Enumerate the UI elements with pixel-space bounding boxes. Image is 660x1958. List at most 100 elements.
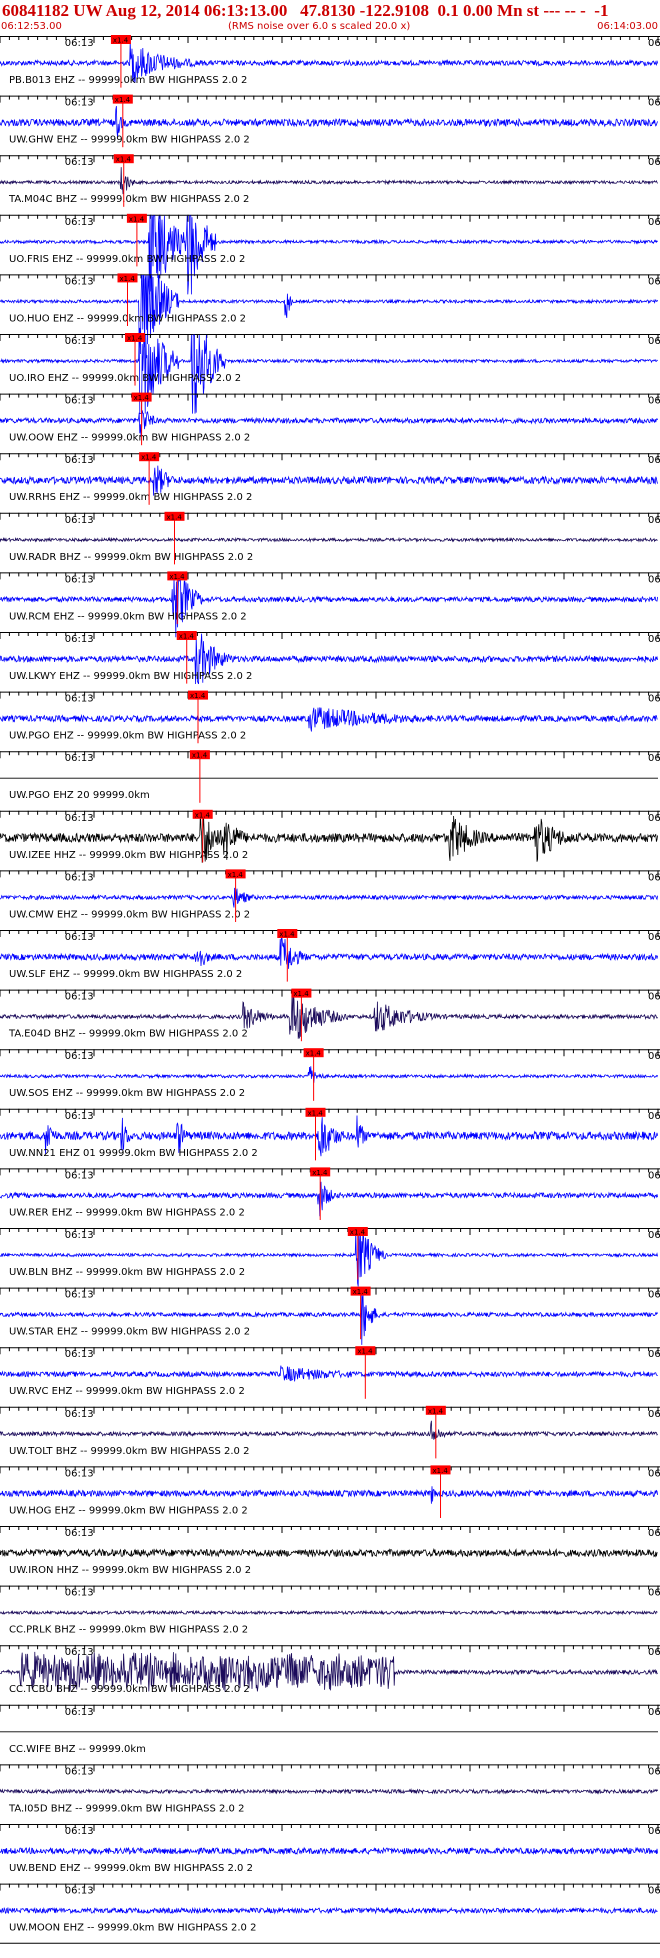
- time-tick-label-end: 06:1: [648, 455, 660, 466]
- time-tick-label: 06:13: [65, 1528, 94, 1539]
- station-label: CC.WIFE BHZ -- 99999.0km: [9, 1744, 146, 1755]
- station-label: UW.IRON HHZ -- 99999.0km BW HIGHPASS 2.0…: [9, 1565, 251, 1576]
- time-tick-label: 06:13: [65, 753, 94, 764]
- time-tick-label-end: 06:1: [648, 515, 660, 526]
- time-tick-label-end: 06:1: [648, 396, 660, 407]
- time-tick-label: 06:13: [65, 1647, 94, 1658]
- pick-flag-label: x1.4: [433, 1467, 449, 1475]
- time-tick-label: 06:13: [65, 98, 94, 109]
- pick-flag-label: x1.4: [279, 931, 295, 939]
- time-tick-label-end: 06:1: [648, 1409, 660, 1420]
- station-label: UW.BEND EHZ -- 99999.0km BW HIGHPASS 2.0…: [9, 1863, 253, 1874]
- pick-flag-label: x1.4: [350, 1229, 366, 1237]
- time-tick-label: 06:13: [65, 1588, 94, 1599]
- waveform-trace: [0, 536, 658, 543]
- station-label: UW.IZEE HHZ -- 99999.0km BW HIGHPASS 2.0…: [9, 850, 248, 861]
- time-tick-label: 06:13: [65, 157, 94, 168]
- station-label: TA.I05D BHZ -- 99999.0km BW HIGHPASS 2.0…: [8, 1803, 244, 1814]
- time-tick-label: 06:13: [65, 455, 94, 466]
- time-tick-label-end: 06:1: [648, 1111, 660, 1122]
- waveform-trace: [0, 573, 658, 638]
- pick-flag-label: x1.4: [353, 1288, 369, 1296]
- station-label: UW.NN21 EHZ 01 99999.0km BW HIGHPASS 2.0…: [9, 1148, 258, 1159]
- station-label: UO.FRIS EHZ -- 99999.0km BW HIGHPASS 2.0…: [9, 254, 245, 265]
- station-label: UW.STAR EHZ -- 99999.0km BW HIGHPASS 2.0…: [9, 1327, 250, 1338]
- time-tick-label: 06:13: [65, 1766, 94, 1777]
- station-label: UW.RCM EHZ -- 99999.0km BW HIGHPASS 2.0 …: [9, 611, 247, 622]
- waveform-trace: [0, 1906, 658, 1915]
- station-label: UW.RRHS EHZ -- 99999.0km BW HIGHPASS 2.0…: [9, 492, 252, 503]
- station-label: CC.TCBU BHZ -- 99999.0km BW HIGHPASS 2.0…: [9, 1684, 250, 1695]
- time-tick-label-end: 06:1: [648, 872, 660, 883]
- time-tick-label-end: 06:1: [648, 1886, 660, 1897]
- pick-flag-label: x1.4: [116, 156, 132, 164]
- waveform-trace: [0, 465, 658, 496]
- station-label: UW.MOON EHZ -- 99999.0km BW HIGHPASS 2.0…: [9, 1923, 256, 1934]
- time-tick-label: 06:13: [65, 813, 94, 824]
- pick-flag-label: x1.4: [428, 1407, 444, 1415]
- pick-flag-label: x1.4: [179, 633, 195, 641]
- waveform-trace: [0, 1846, 658, 1856]
- time-tick-label: 06:13: [65, 992, 94, 1003]
- time-tick-label: 06:13: [65, 1051, 94, 1062]
- time-tick-label-end: 06:1: [648, 1170, 660, 1181]
- station-label: UW.PGO EHZ 20 99999.0km: [9, 790, 150, 801]
- time-tick-label: 06:13: [65, 276, 94, 287]
- time-tick-label-end: 06:1: [648, 336, 660, 347]
- time-tick-label-end: 06:1: [648, 38, 660, 49]
- station-label: TA.E04D BHZ -- 99999.0km BW HIGHPASS 2.0…: [8, 1029, 248, 1040]
- pick-flag-label: x1.4: [127, 335, 143, 343]
- waveform-trace: [0, 1365, 658, 1382]
- time-tick-label: 06:13: [65, 1111, 94, 1122]
- pick-flag-label: x1.4: [312, 1169, 328, 1177]
- station-label: PB.B013 EHZ -- 99999.0km BW HIGHPASS 2.0…: [9, 75, 247, 86]
- time-tick-label: 06:13: [65, 574, 94, 585]
- time-tick-label: 06:13: [65, 634, 94, 645]
- pick-flag-label: x1.4: [190, 692, 206, 700]
- time-tick-label: 06:13: [65, 217, 94, 228]
- waveform-trace: [0, 1547, 658, 1558]
- pick-flag-label: x1.4: [134, 394, 150, 402]
- waveform-trace: [0, 1420, 658, 1440]
- time-tick-label: 06:13: [65, 1468, 94, 1479]
- station-label: CC.PRLK BHZ -- 99999.0km BW HIGHPASS 2.0…: [9, 1625, 248, 1636]
- time-tick-label-end: 06:1: [648, 694, 660, 705]
- time-tick-label-end: 06:1: [648, 1051, 660, 1062]
- station-label: UW.RADR BHZ -- 99999.0km BW HIGHPASS 2.0…: [9, 552, 253, 563]
- station-label: UW.OOW EHZ -- 99999.0km BW HIGHPASS 2.0 …: [9, 433, 250, 444]
- pick-flag-label: x1.4: [228, 871, 244, 879]
- time-tick-label-end: 06:1: [648, 98, 660, 109]
- time-tick-label-end: 06:1: [648, 276, 660, 287]
- station-label: UO.IRO EHZ -- 99999.0km BW HIGHPASS 2.0 …: [9, 373, 241, 384]
- time-tick-label: 06:13: [65, 396, 94, 407]
- pick-flag-label: x1.4: [120, 275, 136, 283]
- time-tick-label-end: 06:1: [648, 1766, 660, 1777]
- waveform-trace: [0, 1066, 658, 1083]
- waveform-trace: [0, 707, 658, 732]
- station-label: UW.CMW EHZ -- 99999.0km BW HIGHPASS 2.0 …: [9, 909, 250, 920]
- time-tick-label-end: 06:1: [648, 634, 660, 645]
- station-label: UW.PGO EHZ -- 99999.0km BW HIGHPASS 2.0 …: [9, 731, 246, 742]
- pick-flag-label: x1.4: [293, 990, 309, 998]
- waveform-trace: [0, 1788, 658, 1795]
- time-tick-label: 06:13: [65, 1170, 94, 1181]
- station-label: TA.M04C BHZ -- 99999.0km BW HIGHPASS 2.0…: [8, 194, 249, 205]
- time-tick-label-end: 06:1: [648, 1588, 660, 1599]
- time-tick-label-end: 06:1: [648, 574, 660, 585]
- time-tick-label-end: 06:1: [648, 157, 660, 168]
- time-tick-label-end: 06:1: [648, 1826, 660, 1837]
- pick-flag-label: x1.4: [195, 811, 211, 819]
- pick-flag-label: x1.4: [192, 752, 208, 760]
- time-tick-label: 06:13: [65, 336, 94, 347]
- pick-flag-label: x1.4: [113, 37, 129, 45]
- time-tick-label-end: 06:1: [648, 753, 660, 764]
- waveform-trace: [0, 1486, 658, 1504]
- time-tick-label-end: 06:1: [648, 813, 660, 824]
- waveform-trace: [0, 1609, 658, 1616]
- pick-flag-label: x1.4: [141, 454, 157, 462]
- time-tick-label-end: 06:1: [648, 932, 660, 943]
- time-tick-label-end: 06:1: [648, 992, 660, 1003]
- station-label: UW.TOLT BHZ -- 99999.0km BW HIGHPASS 2.0…: [9, 1446, 249, 1457]
- waveform-trace: [0, 167, 658, 195]
- time-tick-label-end: 06:1: [648, 1468, 660, 1479]
